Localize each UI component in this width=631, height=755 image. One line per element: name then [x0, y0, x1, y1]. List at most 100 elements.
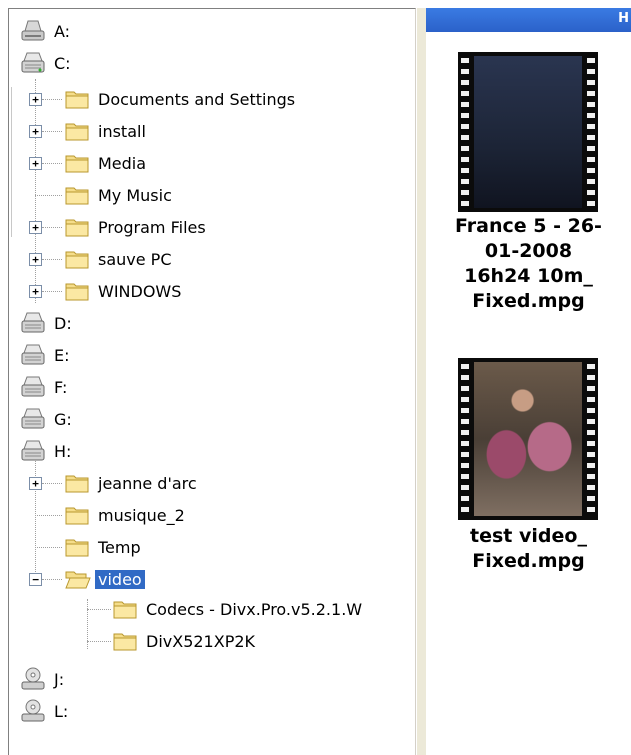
tree-line	[42, 259, 62, 260]
tree-item-f-drive[interactable]: F:	[19, 371, 70, 403]
folder-icon	[65, 187, 89, 205]
tree-item-label: Media	[98, 153, 147, 173]
file-name-line: France 5 - 26-	[455, 215, 602, 237]
tree-item-d-drive[interactable]: D:	[19, 307, 75, 339]
tree-item-musique-2[interactable]: musique_2	[63, 499, 188, 531]
tree-item-install[interactable]: install	[63, 115, 149, 147]
files-pane-header: H	[426, 8, 631, 32]
tree-item-jeanne-darc[interactable]: jeanne d'arc	[63, 467, 200, 499]
tree-item-label-selected: video	[95, 569, 145, 589]
expand-toggle-documents-and-settings[interactable]: +	[29, 93, 42, 106]
tree-line	[35, 547, 62, 548]
tree-item-documents-and-settings[interactable]: Documents and Settings	[63, 83, 298, 115]
tree-item-c-drive[interactable]: C:	[19, 47, 74, 79]
tree-item-label: WINDOWS	[98, 281, 182, 301]
floppy-drive-icon	[21, 20, 45, 41]
collapse-toggle-video[interactable]: −	[29, 573, 42, 586]
tree-item-label: musique_2	[98, 505, 185, 525]
folder-icon	[65, 475, 89, 493]
file-thumbnail-france5[interactable]	[458, 52, 598, 212]
tree-item-label: J:	[54, 669, 65, 689]
hard-drive-icon	[21, 376, 45, 397]
tree-item-label: Temp	[98, 537, 141, 557]
folder-icon	[65, 539, 89, 557]
folder-icon	[65, 123, 89, 141]
files-pane-header-text: H	[618, 11, 629, 26]
file-name-line: 01-2008	[484, 240, 573, 262]
tree-item-sauve-pc[interactable]: sauve PC	[63, 243, 175, 275]
tree-item-temp[interactable]: Temp	[63, 531, 144, 563]
file-name-line: 16h24 10m_	[464, 265, 593, 287]
tree-item-label: DivX521XP2K	[146, 631, 256, 651]
tree-item-label: install	[98, 121, 146, 141]
video-filmstrip-icon	[458, 358, 598, 520]
tree-item-h-drive[interactable]: H:	[19, 435, 74, 467]
tree-item-divx521xp2k[interactable]: DivX521XP2K	[111, 625, 258, 657]
tree-line	[35, 515, 62, 516]
tree-item-g-drive[interactable]: G:	[19, 403, 75, 435]
folder-icon	[65, 155, 89, 173]
tree-item-label: sauve PC	[98, 249, 172, 269]
tree-item-label: G:	[54, 409, 72, 429]
expand-toggle-media[interactable]: +	[29, 157, 42, 170]
tree-item-label: A:	[54, 21, 71, 41]
tree-item-a-drive[interactable]: A:	[19, 15, 73, 47]
tree-item-media[interactable]: Media	[63, 147, 149, 179]
tree-item-label: Documents and Settings	[98, 89, 296, 109]
tree-line	[87, 641, 111, 642]
folder-icon	[113, 633, 137, 651]
tree-line	[35, 195, 62, 196]
tree-item-l-drive[interactable]: L:	[19, 695, 71, 727]
file-name-line: test video_	[470, 525, 587, 547]
tree-item-label: L:	[54, 701, 69, 721]
expand-toggle-windows[interactable]: +	[29, 285, 42, 298]
tree-item-j-drive[interactable]: J:	[19, 663, 67, 695]
tree-line	[42, 131, 62, 132]
file-name-line: Fixed.mpg	[472, 550, 585, 572]
tree-line	[35, 79, 36, 303]
pane-splitter[interactable]	[417, 8, 426, 755]
tree-line	[42, 291, 62, 292]
expand-toggle-jeanne-darc[interactable]: +	[29, 477, 42, 490]
tree-item-label: Codecs - Divx.Pro.v5.2.1.W	[146, 599, 363, 619]
open-folder-icon	[65, 571, 91, 589]
tree-item-label: jeanne d'arc	[98, 473, 197, 493]
tree-item-label: D:	[54, 313, 72, 333]
file-thumbnail-test-video[interactable]	[458, 358, 598, 520]
tree-item-windows[interactable]: WINDOWS	[63, 275, 184, 307]
tree-item-label: F:	[54, 377, 68, 397]
folder-icon	[113, 601, 137, 619]
tree-item-program-files[interactable]: Program Files	[63, 211, 209, 243]
expand-toggle-install[interactable]: +	[29, 125, 42, 138]
file-name-line: Fixed.mpg	[472, 290, 585, 312]
tree-item-label: Program Files	[98, 217, 206, 237]
folder-icon	[65, 219, 89, 237]
tree-item-label: C:	[54, 53, 71, 73]
folder-icon	[65, 91, 89, 109]
hard-drive-icon	[21, 312, 45, 333]
folder-icon	[65, 251, 89, 269]
folder-tree[interactable]: + + + + + + + − A: C: Documents and Sett…	[8, 8, 416, 755]
cd-drive-icon	[21, 699, 45, 722]
tree-item-codecs-divx[interactable]: Codecs - Divx.Pro.v5.2.1.W	[111, 593, 365, 625]
tree-line	[42, 99, 62, 100]
tree-line	[87, 609, 111, 610]
hard-drive-icon	[21, 344, 45, 365]
cd-drive-icon	[21, 667, 45, 690]
video-frame-preview	[474, 56, 582, 208]
expand-toggle-sauve-pc[interactable]: +	[29, 253, 42, 266]
video-frame-preview	[474, 362, 582, 516]
tree-item-e-drive[interactable]: E:	[19, 339, 73, 371]
tree-item-label: E:	[54, 345, 70, 365]
file-caption-france5[interactable]: France 5 - 26- 01-2008 16h24 10m_ Fixed.…	[426, 214, 631, 314]
tree-resize-grip	[9, 17, 18, 237]
tree-item-video[interactable]: video	[63, 563, 145, 595]
tree-item-label: My Music	[98, 185, 172, 205]
tree-line	[42, 227, 62, 228]
files-pane[interactable]: H France 5 - 26- 01-2008 16h24 10m_ Fixe…	[426, 8, 631, 755]
expand-toggle-program-files[interactable]: +	[29, 221, 42, 234]
tree-line	[42, 483, 62, 484]
file-caption-test-video[interactable]: test video_ Fixed.mpg	[426, 524, 631, 574]
tree-item-my-music[interactable]: My Music	[63, 179, 175, 211]
folder-icon	[65, 507, 89, 525]
